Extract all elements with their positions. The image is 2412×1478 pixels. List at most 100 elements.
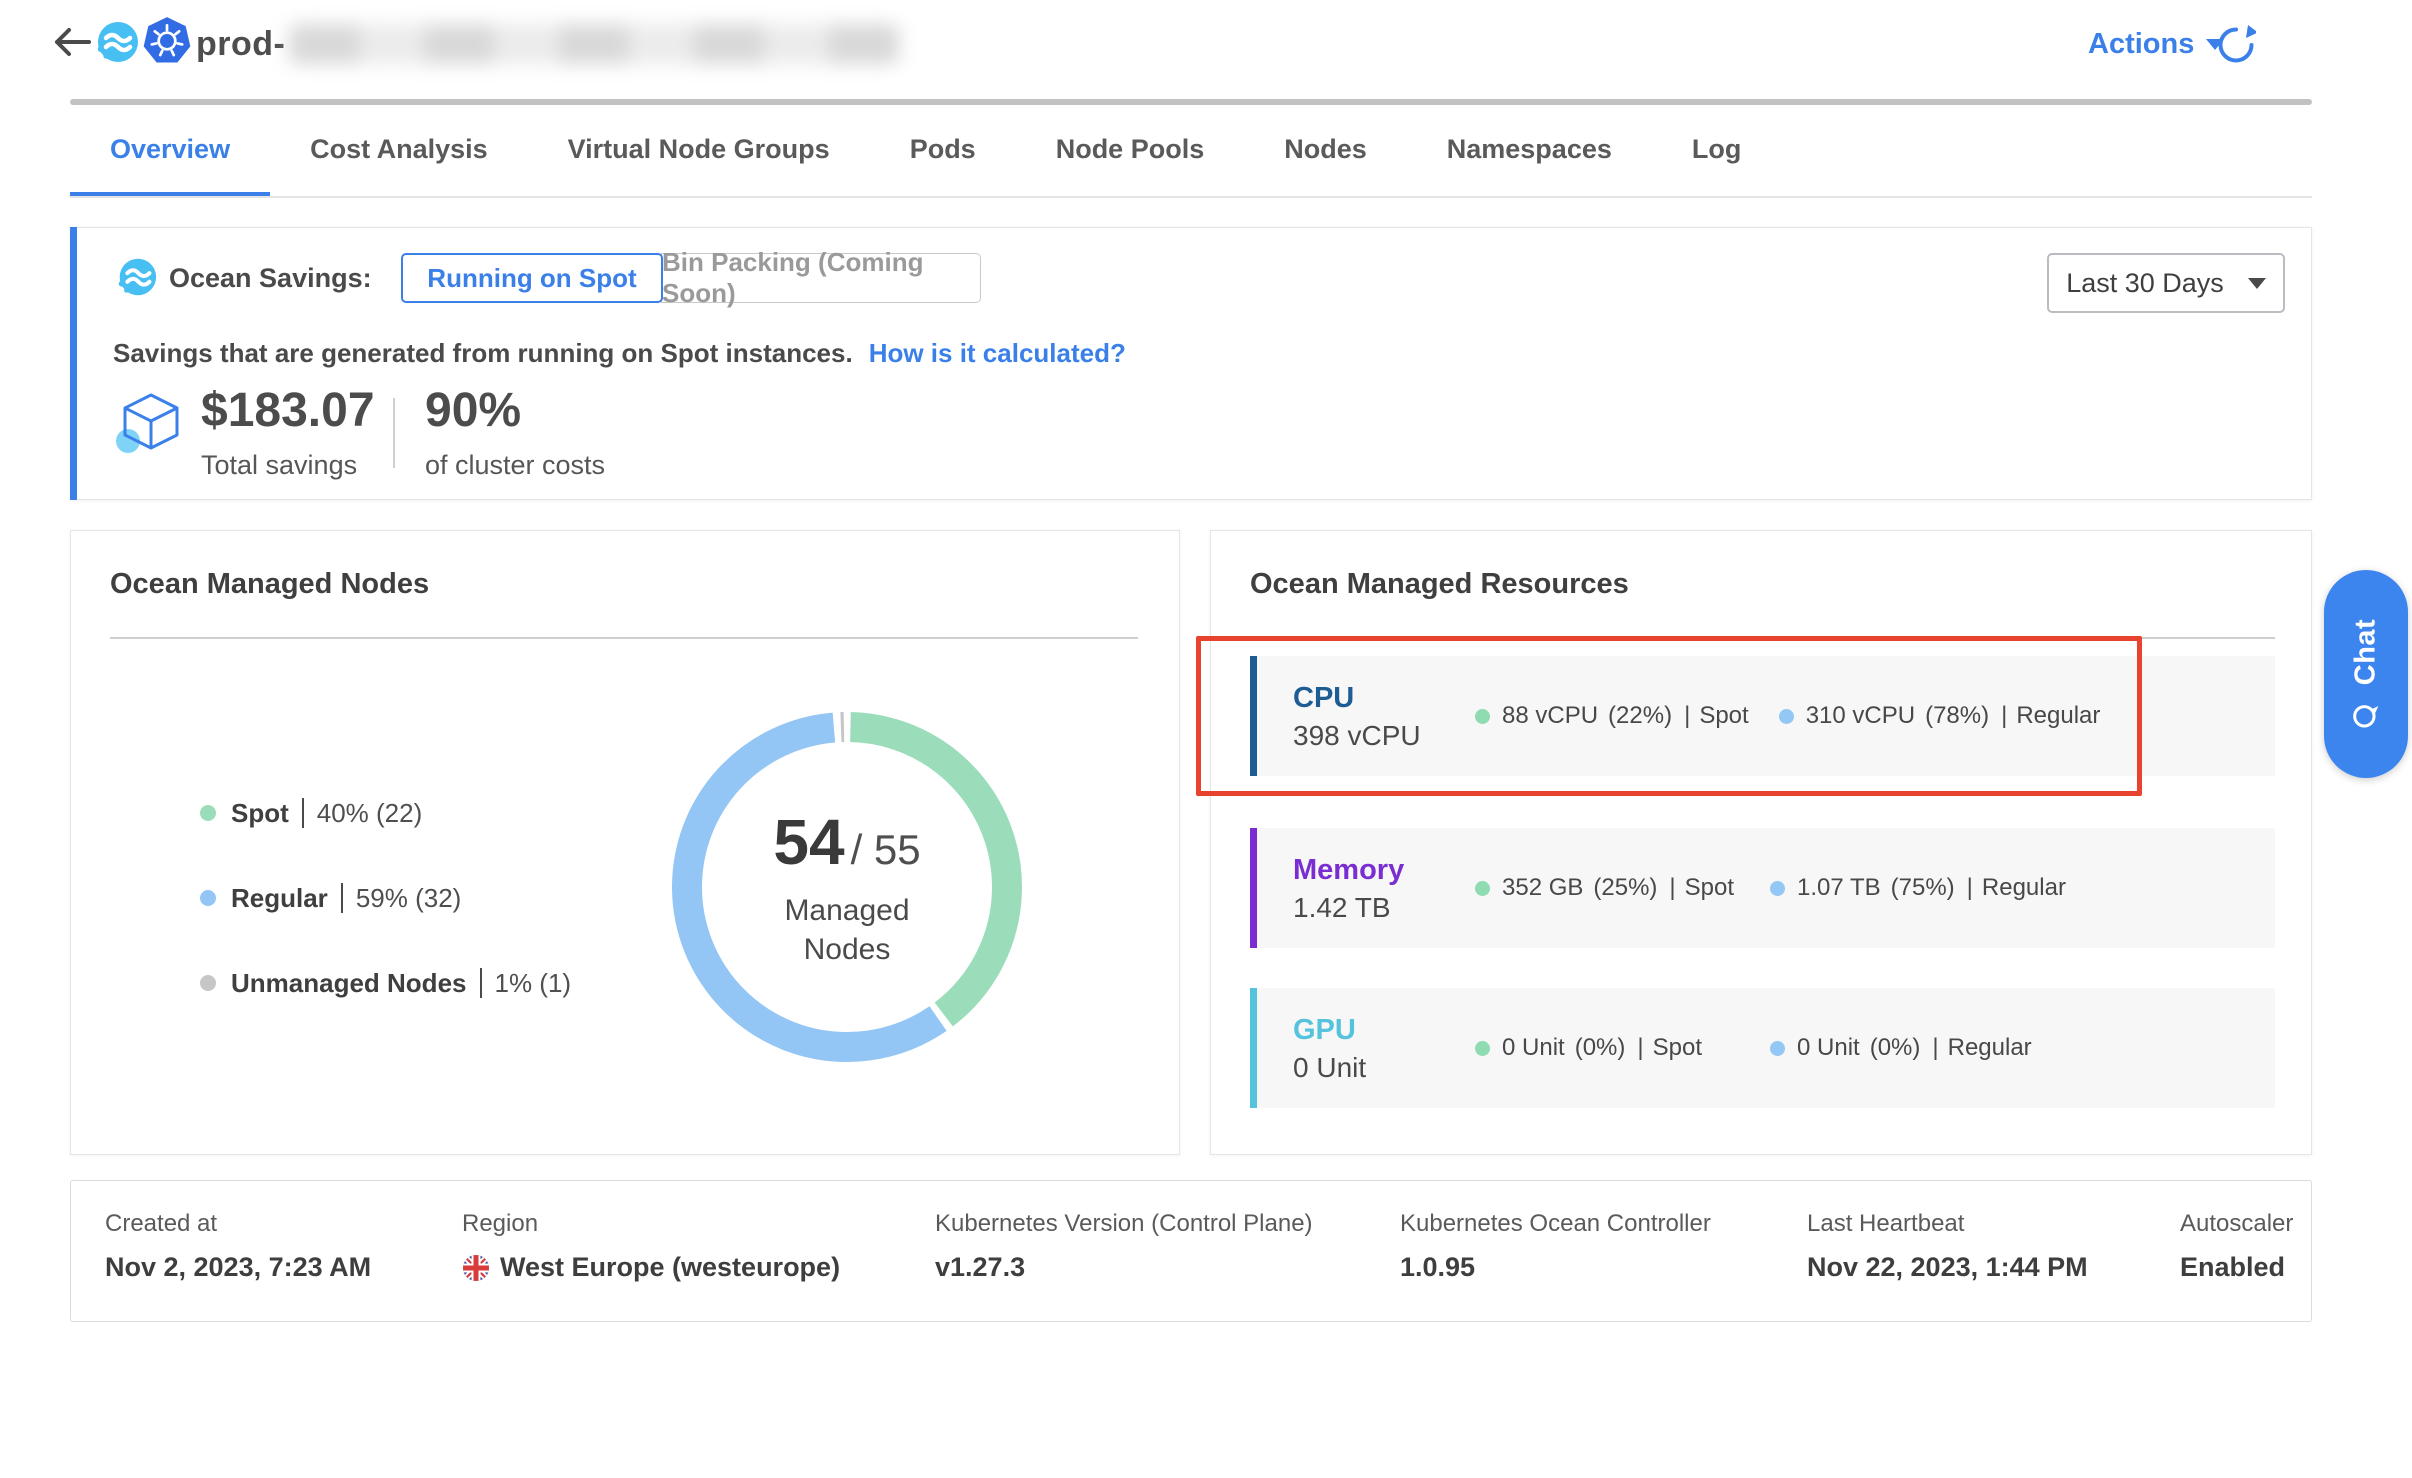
tab-virtual-node-groups[interactable]: Virtual Node Groups bbox=[528, 106, 870, 198]
tab-log[interactable]: Log bbox=[1652, 106, 1781, 198]
spot-kind: Spot bbox=[1653, 1034, 1702, 1062]
resource-legend: 88 vCPU (22%) | Spot 310 vCPU (78%) | Re… bbox=[1475, 702, 2100, 730]
pipe-separator: | bbox=[1637, 1034, 1643, 1062]
actions-label: Actions bbox=[2088, 28, 2194, 61]
legend-value: 1% (1) bbox=[495, 968, 572, 999]
pipe-separator: | bbox=[2001, 702, 2007, 730]
tab-overview[interactable]: Overview bbox=[70, 106, 270, 198]
tab-node-pools[interactable]: Node Pools bbox=[1016, 106, 1245, 198]
chat-label: Chat bbox=[2350, 619, 2383, 685]
footer-label: Kubernetes Version (Control Plane) bbox=[935, 1210, 1313, 1238]
footer-label: Autoscaler bbox=[2180, 1210, 2293, 1238]
spot-dot bbox=[200, 805, 216, 821]
regular-value: 0 Unit bbox=[1797, 1034, 1860, 1062]
footer-created-at: Created at Nov 2, 2023, 7:23 AM bbox=[105, 1210, 371, 1283]
horizontal-scrollbar-thumb[interactable] bbox=[70, 99, 2312, 105]
footer-last-heartbeat: Last Heartbeat Nov 22, 2023, 1:44 PM bbox=[1807, 1210, 2088, 1283]
nodes-card-divider bbox=[110, 637, 1138, 639]
spot-percent: (25%) bbox=[1593, 874, 1657, 902]
footer-label: Created at bbox=[105, 1210, 371, 1238]
pipe-separator: | bbox=[1669, 874, 1675, 902]
refresh-icon bbox=[2214, 24, 2256, 66]
resource-total: 1.42 TB bbox=[1293, 892, 1475, 924]
back-button[interactable] bbox=[50, 26, 94, 60]
resource-legend: 352 GB (25%) | Spot 1.07 TB (75%) | Regu… bbox=[1475, 874, 2066, 902]
resource-name: GPU bbox=[1293, 1013, 1475, 1047]
legend-label: Unmanaged Nodes bbox=[231, 968, 467, 999]
bin-packing-toggle[interactable]: Bin Packing (Coming Soon) bbox=[661, 253, 981, 303]
how-calculated-link[interactable]: How is it calculated? bbox=[869, 338, 1126, 369]
page: prod- Actions Overview Cost Analysis Vir… bbox=[0, 0, 2412, 1478]
running-on-spot-toggle[interactable]: Running on Spot bbox=[401, 253, 663, 303]
legend-value: 40% (22) bbox=[317, 798, 423, 829]
regular-percent: (75%) bbox=[1891, 874, 1955, 902]
spot-dot bbox=[1475, 1041, 1490, 1056]
spot-kind: Spot bbox=[1685, 874, 1734, 902]
regular-dot bbox=[200, 890, 216, 906]
footer-value: Enabled bbox=[2180, 1252, 2293, 1283]
tab-bar: Overview Cost Analysis Virtual Node Grou… bbox=[70, 106, 1781, 198]
cluster-name-prefix: prod- bbox=[196, 25, 285, 64]
resource-total: 398 vCPU bbox=[1293, 720, 1475, 752]
footer-ocean-controller: Kubernetes Ocean Controller 1.0.95 bbox=[1400, 1210, 1711, 1283]
regular-dot bbox=[1770, 1041, 1785, 1056]
unmanaged-dot bbox=[200, 975, 216, 991]
spot-value: 0 Unit bbox=[1502, 1034, 1565, 1062]
savings-cube-icon bbox=[113, 391, 187, 462]
regular-value: 1.07 TB bbox=[1797, 874, 1881, 902]
region-value: West Europe (westeurope) bbox=[500, 1252, 840, 1283]
savings-toggle: Running on Spot Bin Packing (Coming Soon… bbox=[401, 253, 981, 303]
spot-percent: (22%) bbox=[1608, 702, 1672, 730]
spot-value: 352 GB bbox=[1502, 874, 1583, 902]
managed-nodes-count: 54 bbox=[773, 805, 844, 879]
tab-namespaces[interactable]: Namespaces bbox=[1407, 106, 1652, 198]
nodes-card-title: Ocean Managed Nodes bbox=[110, 568, 429, 601]
tab-nodes[interactable]: Nodes bbox=[1244, 106, 1407, 198]
resources-card-divider bbox=[1250, 637, 2275, 639]
legend-label: Spot bbox=[231, 798, 289, 829]
savings-description: Savings that are generated from running … bbox=[113, 338, 853, 369]
period-dropdown[interactable]: Last 30 Days bbox=[2047, 253, 2285, 313]
spot-kind: Spot bbox=[1699, 702, 1748, 730]
legend-separator bbox=[480, 968, 482, 998]
footer-value: 1.0.95 bbox=[1400, 1252, 1711, 1283]
chat-button[interactable]: Chat bbox=[2324, 570, 2408, 778]
spot-dot bbox=[1475, 881, 1490, 896]
ocean-savings-icon bbox=[113, 254, 159, 305]
resource-row-gpu: GPU 0 Unit 0 Unit (0%) | Spot 0 Unit (0%… bbox=[1250, 988, 2275, 1108]
spot-value: 88 vCPU bbox=[1502, 702, 1598, 730]
redacted-cluster-name bbox=[289, 24, 899, 64]
legend-value: 59% (32) bbox=[356, 883, 462, 914]
managed-nodes-donut-chart: 54 / 55 Managed Nodes bbox=[662, 702, 1032, 1072]
footer-value: v1.27.3 bbox=[935, 1252, 1313, 1283]
regular-dot bbox=[1770, 881, 1785, 896]
legend-label: Regular bbox=[231, 883, 328, 914]
pipe-separator: | bbox=[1684, 702, 1690, 730]
period-value: Last 30 Days bbox=[2066, 268, 2224, 299]
pipe-separator: | bbox=[1967, 874, 1973, 902]
resource-row-memory: Memory 1.42 TB 352 GB (25%) | Spot 1.07 … bbox=[1250, 828, 2275, 948]
tab-cost-analysis[interactable]: Cost Analysis bbox=[270, 106, 528, 198]
footer-value: Nov 2, 2023, 7:23 AM bbox=[105, 1252, 371, 1283]
refresh-button[interactable] bbox=[2214, 24, 2256, 66]
savings-separator bbox=[393, 398, 395, 468]
uk-flag-icon bbox=[462, 1254, 490, 1282]
tab-pods[interactable]: Pods bbox=[870, 106, 1016, 198]
managed-nodes-label: Managed Nodes bbox=[742, 891, 952, 969]
actions-menu-button[interactable]: Actions bbox=[2088, 28, 2224, 61]
regular-value: 310 vCPU bbox=[1806, 702, 1915, 730]
ocean-savings-panel: Ocean Savings: Running on Spot Bin Packi… bbox=[70, 227, 2312, 500]
panel-accent-bar bbox=[70, 227, 77, 500]
cluster-cost-percent-label: of cluster costs bbox=[425, 450, 605, 481]
resource-row-cpu: CPU 398 vCPU 88 vCPU (22%) | Spot 310 vC… bbox=[1250, 656, 2275, 776]
regular-kind: Regular bbox=[2016, 702, 2100, 730]
regular-dot bbox=[1779, 709, 1794, 724]
donut-center: 54 / 55 Managed Nodes bbox=[662, 702, 1032, 1072]
cluster-cost-percent-value: 90% bbox=[425, 383, 521, 438]
footer-label: Kubernetes Ocean Controller bbox=[1400, 1210, 1711, 1238]
footer-value: West Europe (westeurope) bbox=[462, 1252, 840, 1283]
resource-legend: 0 Unit (0%) | Spot 0 Unit (0%) | Regular bbox=[1475, 1034, 2032, 1062]
resource-name: CPU bbox=[1293, 681, 1475, 715]
resource-total: 0 Unit bbox=[1293, 1052, 1475, 1084]
legend-separator bbox=[302, 798, 304, 828]
